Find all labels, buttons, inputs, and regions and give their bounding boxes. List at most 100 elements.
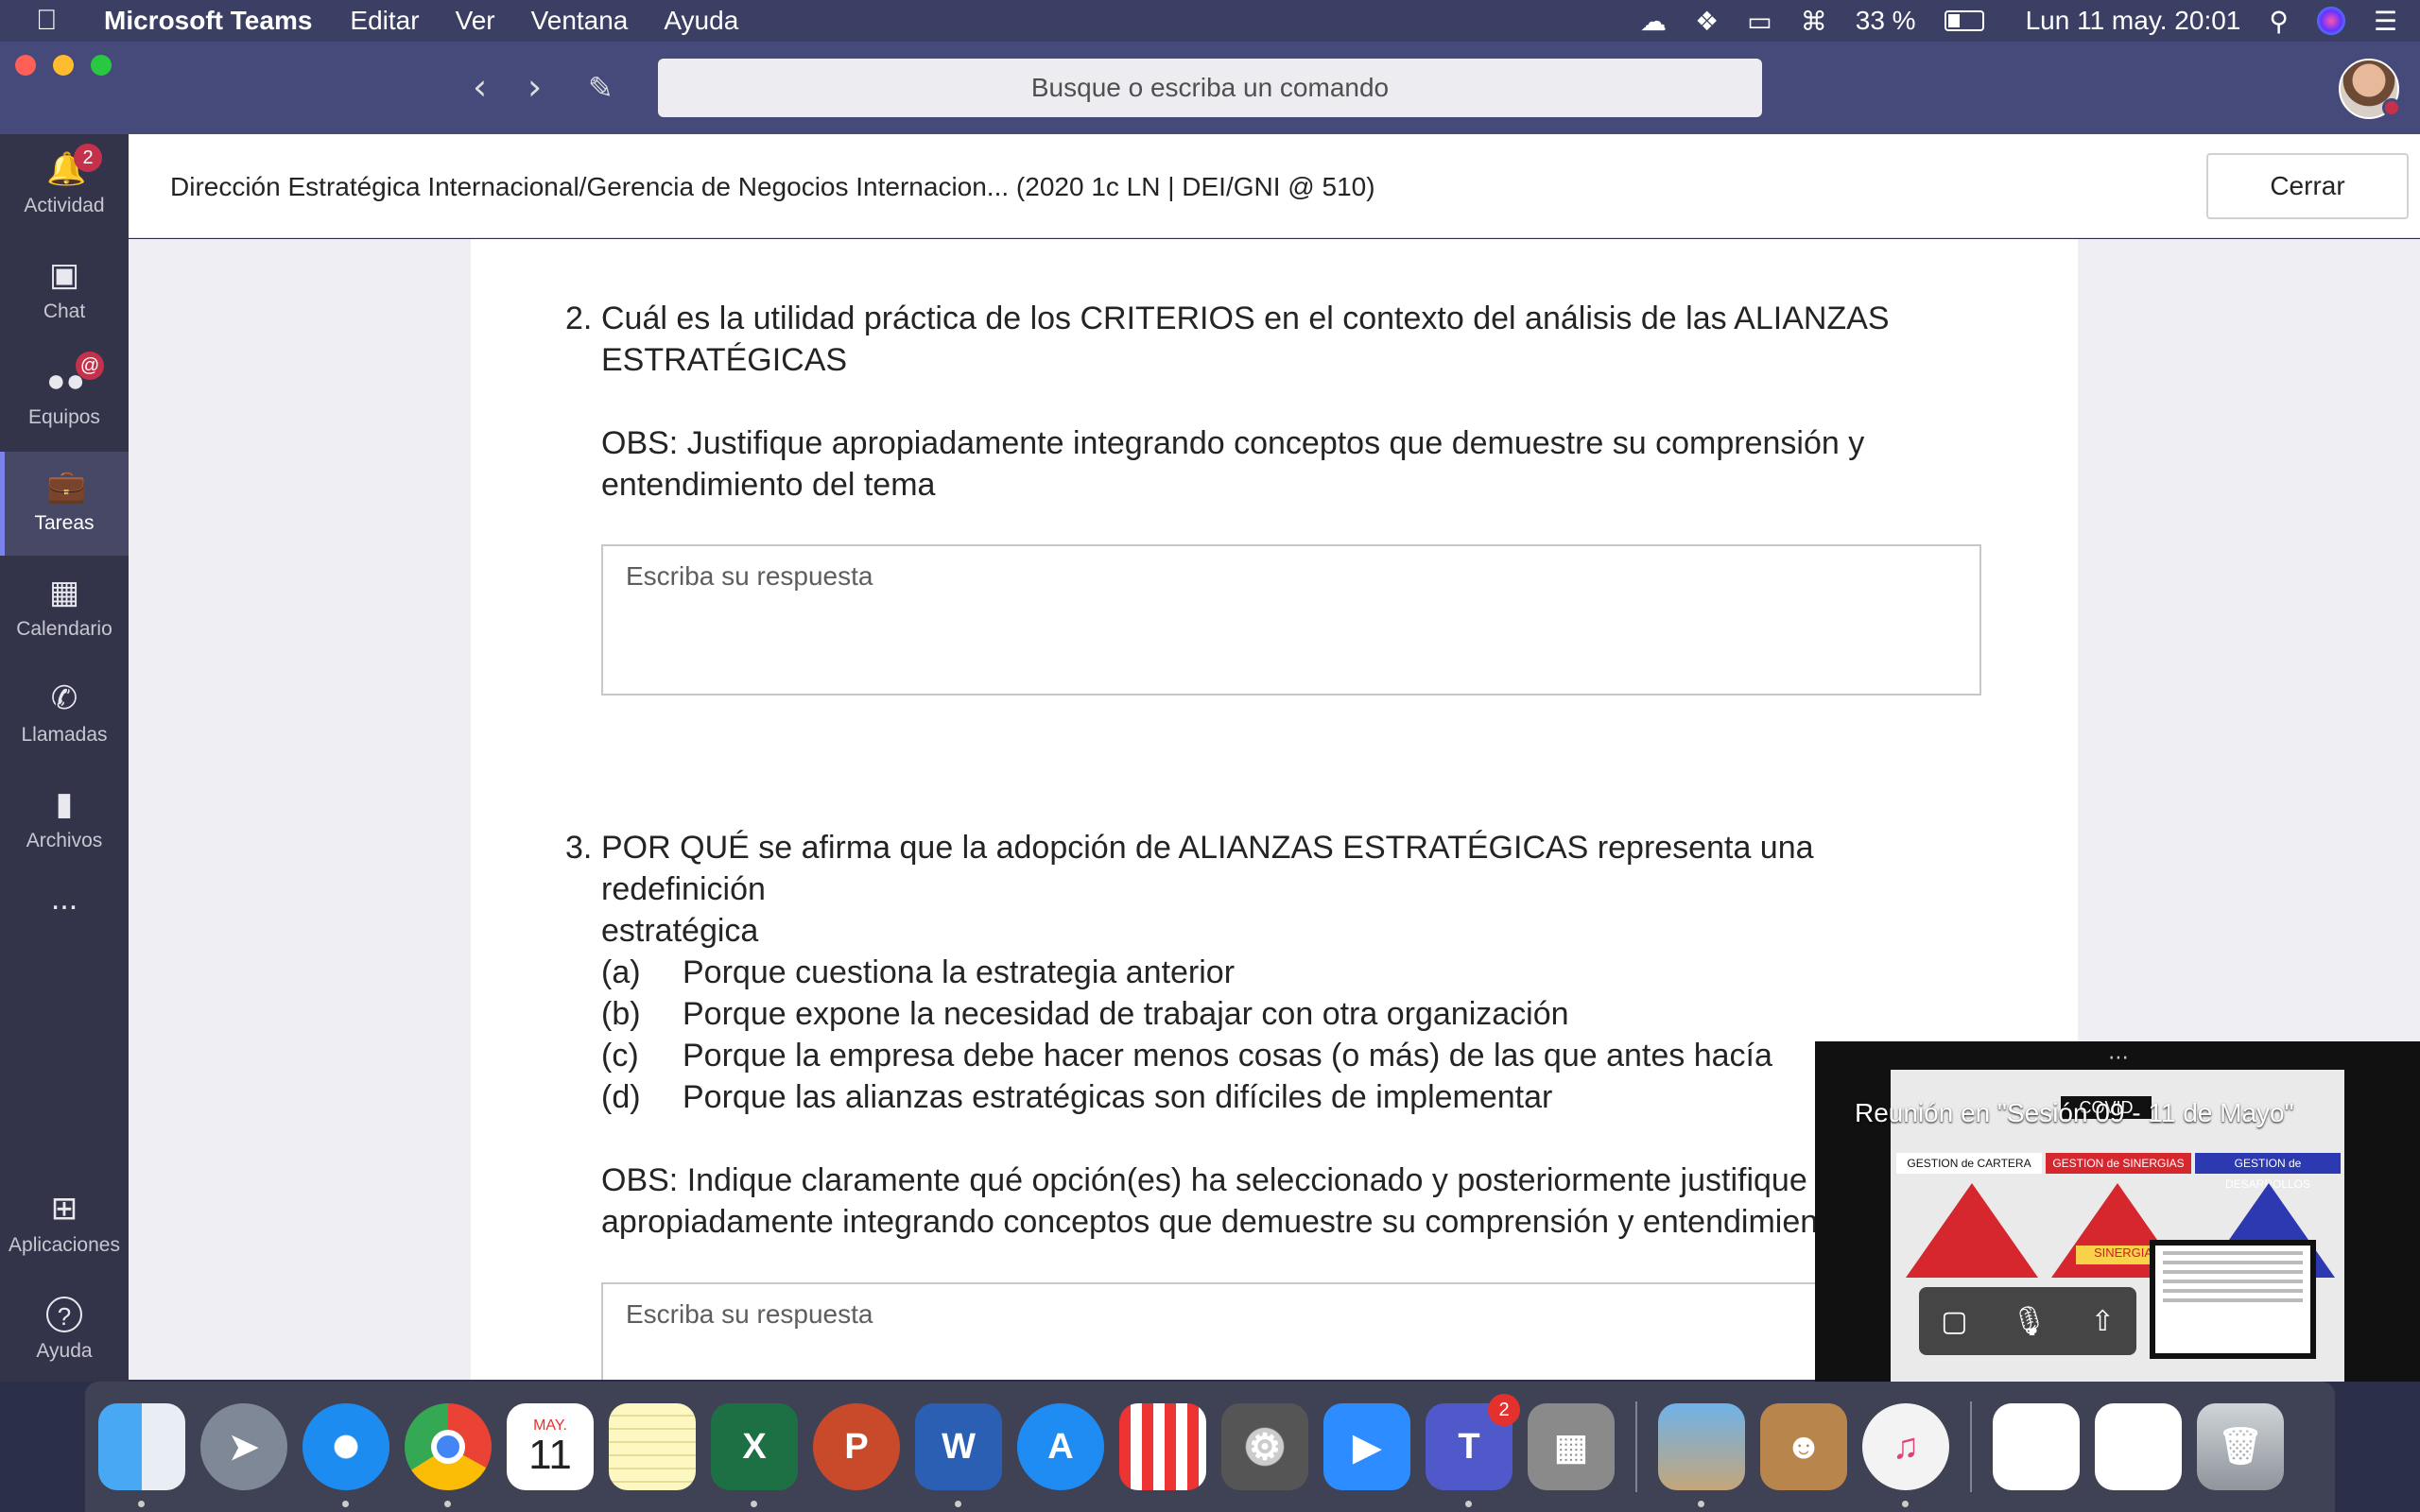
rail-label: Archivos [26,830,103,851]
calculator-icon[interactable]: ▦ [1528,1403,1615,1490]
back-arrow-icon[interactable]: ‹ [473,66,487,108]
menu-ventana[interactable]: Ventana [531,6,629,36]
dock-separator [1970,1401,1972,1492]
slide-column-header: GESTION de DESARROLLOS [2195,1153,2341,1191]
airplay-icon[interactable]: ▭ [1747,6,1772,37]
finder-icon[interactable] [98,1403,185,1507]
itunes-icon[interactable]: ♫ [1862,1403,1949,1507]
dock-separator [1635,1401,1637,1492]
teams-app-icon[interactable]: T2 [1426,1394,1520,1507]
menu-ver[interactable]: Ver [456,6,495,36]
excel-icon[interactable]: X [711,1403,798,1507]
meeting-controls: ▢ 🎙 ⇧ [1919,1287,2136,1355]
rail-label: Chat [43,301,86,322]
rail-label: Actividad [24,195,105,216]
contacts-icon[interactable]: ☻ [1760,1403,1847,1490]
menu-editar[interactable]: Editar [350,6,419,36]
notes-icon[interactable] [609,1403,696,1490]
notification-center-icon[interactable]: ☰ [2374,6,2397,37]
apple-icon[interactable]:  [36,5,89,37]
dropbox-icon[interactable]: ❖ [1695,6,1719,37]
share-screen-icon[interactable]: ⇧ [2091,1305,2115,1338]
rail-item-archivos[interactable]: ▮ Archivos [0,769,129,873]
chrome-icon[interactable] [405,1403,492,1507]
answer-field[interactable] [603,1284,1979,1380]
menu-ayuda[interactable]: Ayuda [664,6,738,36]
spotlight-search-icon[interactable]: ⚲ [2269,6,2289,37]
help-icon: ? [46,1297,82,1332]
rail-item-actividad[interactable]: 🔔 2 Actividad [0,134,129,238]
wifi-icon[interactable]: ⌘ [1801,6,1827,37]
zoom-icon[interactable]: ▶ [1323,1403,1410,1490]
powerpoint-icon[interactable]: P [813,1403,900,1490]
question-line: estratégica [601,913,759,949]
minimize-window-button[interactable] [53,55,74,76]
close-button[interactable]: Cerrar [2206,153,2409,219]
cloud-icon[interactable]: ☁ [1640,6,1667,37]
rail-item-chat[interactable]: ▣ Chat [0,240,129,344]
obs-text: OBS: Indique claramente qué opción(es) h… [601,1160,1908,1243]
battery-percent: 33 % [1855,6,1916,35]
running-indicator [444,1501,451,1507]
calendar-app-icon[interactable]: MAY. 11 [507,1403,594,1490]
safari-icon[interactable] [302,1403,389,1507]
battery-icon[interactable] [1944,10,1984,31]
chat-icon: ▣ [48,257,80,293]
option-text: Porque la empresa debe hacer menos cosas… [683,1038,1772,1074]
preview-icon[interactable] [1658,1403,1745,1507]
calendar-icon: ▦ [48,575,80,610]
minimized-window-thumbnail[interactable] [2095,1403,2182,1490]
launchpad-icon[interactable]: ➤ [200,1403,287,1490]
word-icon[interactable]: W [915,1403,1002,1507]
rail-item-calendario[interactable]: ▦ Calendario [0,558,129,662]
rail-item-more[interactable]: ... [0,881,129,947]
system-preferences-icon[interactable]: ⚙ [1221,1403,1308,1490]
datetime[interactable]: Lun 11 may. 20:01 [2026,6,2241,36]
option-letter: (a) [601,954,641,990]
siri-icon[interactable] [2316,7,2345,35]
forward-arrow-icon[interactable]: › [527,66,542,108]
running-indicator [342,1501,349,1507]
slide-column-header: GESTION de SINERGIAS [2046,1153,2191,1174]
rail-item-ayuda[interactable]: ? Ayuda [0,1280,129,1383]
rail-item-tareas[interactable]: 💼 Tareas [0,452,129,556]
option-text: Porque cuestiona la estrategia anterior [683,954,1236,990]
mic-muted-icon[interactable]: 🎙 [2012,1305,2048,1338]
rail-label: Equipos [28,406,100,428]
app-store-icon[interactable]: A [1017,1403,1104,1490]
close-window-button[interactable] [15,55,36,76]
trash-icon[interactable]: 🗑 [2197,1403,2284,1490]
minimized-window-thumbnail[interactable] [1993,1403,2080,1490]
question-3-obs: OBS: Indique claramente qué opción(es) h… [565,1160,1908,1243]
running-indicator [1465,1501,1472,1507]
more-icon: ... [50,881,78,917]
camera-off-icon[interactable]: ▢ [1941,1305,1967,1338]
popcorn-time-icon[interactable] [1119,1403,1206,1490]
answer-box-q3[interactable] [601,1282,1981,1380]
obs-line: OBS: Justifique apropiadamente integrand… [601,425,1865,461]
mention-badge: @ [76,352,104,380]
slide-triangle [1906,1183,2038,1278]
meeting-mini-window[interactable]: COVID GESTION de CARTERA GESTION de SINE… [1815,1041,2420,1382]
activity-badge: 2 [74,144,102,172]
option-a: (a) Porque cuestiona la estrategia anteri… [601,952,1235,993]
answer-field[interactable] [603,546,1979,694]
compose-icon[interactable]: ✎ [588,70,614,106]
question-line: ESTRATÉGICAS [601,342,848,378]
rail-item-equipos[interactable]: ●● @ Equipos [0,346,129,450]
teams-badge: 2 [1488,1394,1520,1426]
rail-item-llamadas[interactable]: ✆ Llamadas [0,663,129,767]
obs-text: OBS: Justifique apropiadamente integrand… [601,422,1908,506]
drag-handle-icon[interactable]: ⋯ [2108,1045,2129,1070]
rail-label: Tareas [34,512,95,534]
option-letter: (d) [601,1079,641,1115]
zoom-window-button[interactable] [91,55,112,76]
command-search-bar[interactable]: Busque o escriba un comando [658,59,1762,117]
answer-box-q2[interactable] [601,544,1981,696]
user-avatar[interactable] [2339,59,2401,119]
app-menu-name[interactable]: Microsoft Teams [104,6,312,36]
running-indicator [1902,1501,1909,1507]
rail-item-aplicaciones[interactable]: ⊞ Aplicaciones [0,1174,129,1278]
search-placeholder: Busque o escriba un comando [1030,73,1390,102]
question-2: 2. Cuál es la utilidad práctica de los C… [565,298,1908,381]
